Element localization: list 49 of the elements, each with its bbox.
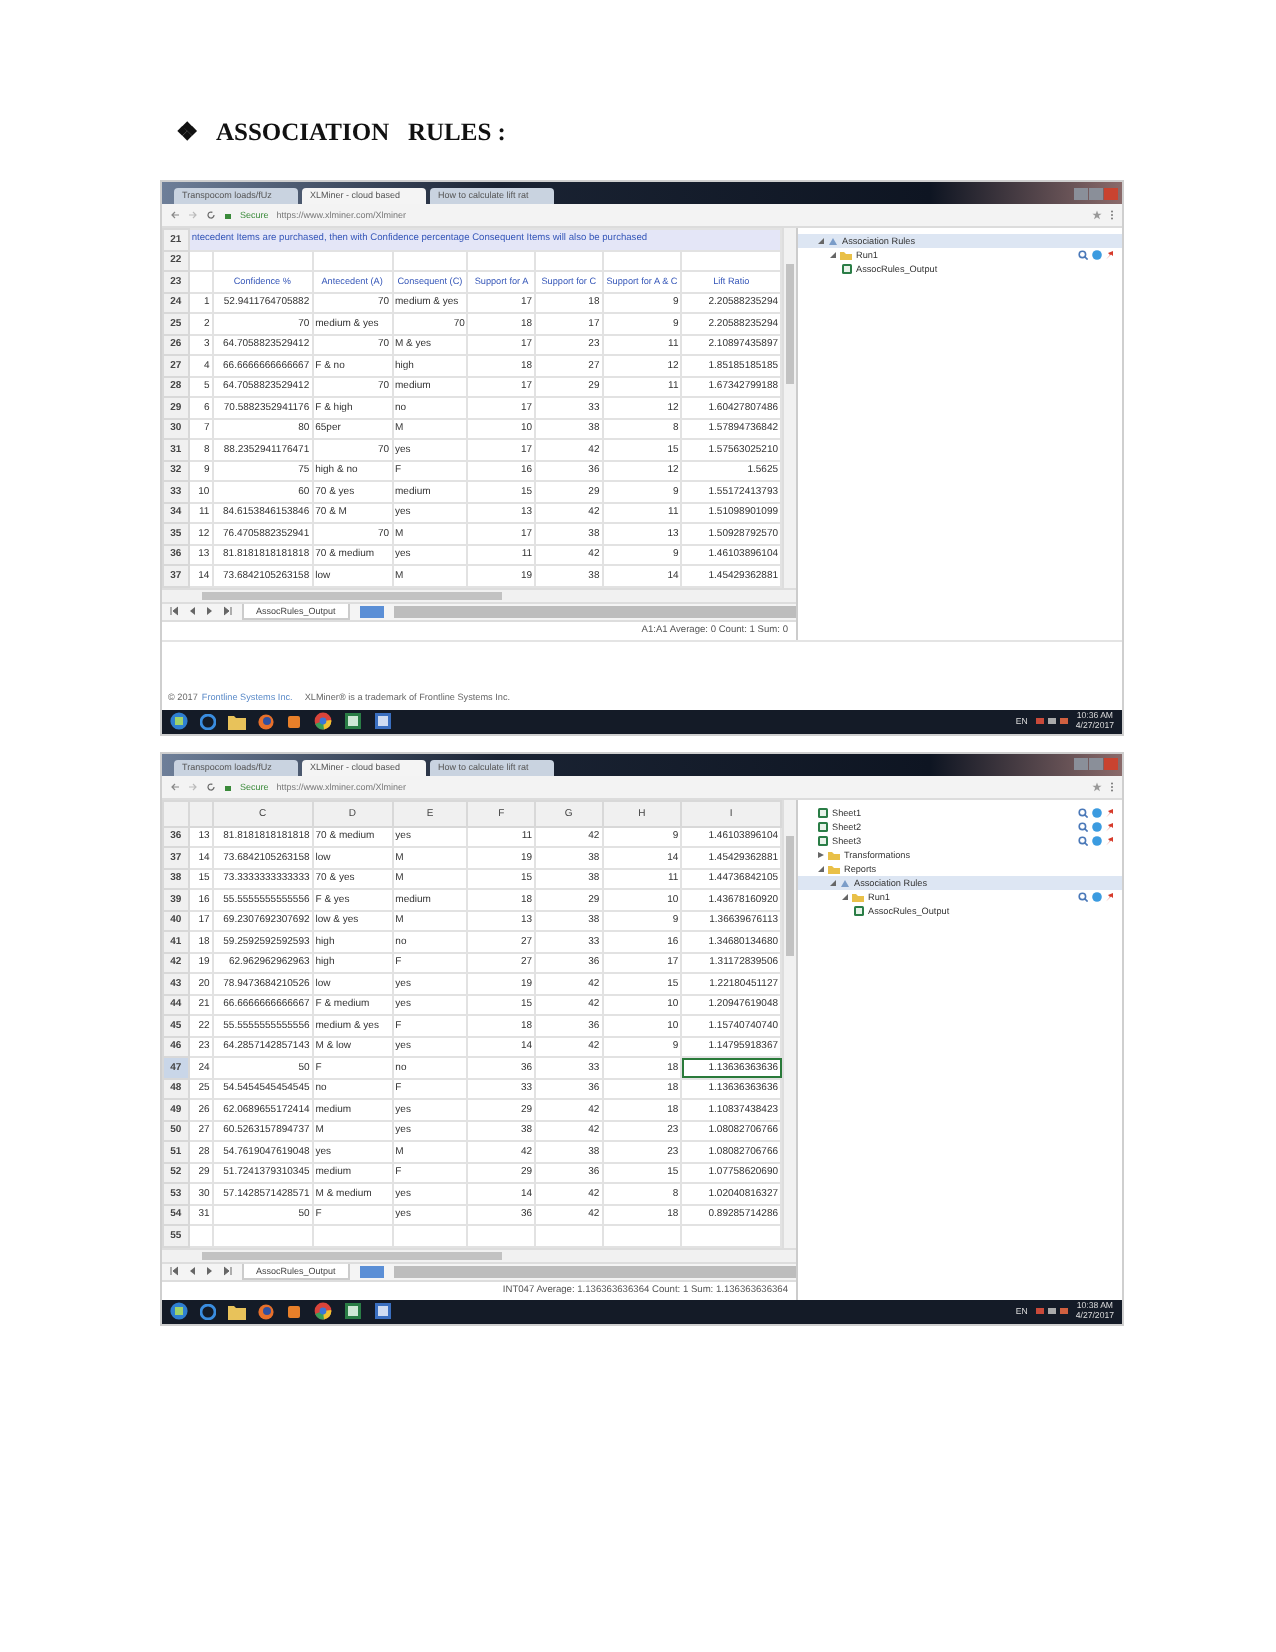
spreadsheet-icon	[854, 905, 864, 915]
forward-arrow-icon	[188, 210, 198, 220]
search-icon	[1078, 250, 1088, 260]
back-arrow-icon	[170, 781, 180, 791]
expanded-arrow-icon[interactable]	[830, 879, 836, 885]
last-sheet-icon	[224, 606, 232, 616]
expanded-arrow-icon[interactable]	[818, 238, 824, 244]
add-sheet-button[interactable]	[359, 605, 384, 617]
next-sheet-icon	[206, 1266, 214, 1276]
last-sheet-icon	[224, 1266, 232, 1276]
expanded-arrow-icon[interactable]	[830, 252, 836, 258]
collapsed-arrow-icon[interactable]	[818, 851, 824, 857]
section-heading: ASSOCIATION RULES :	[216, 117, 506, 147]
reload-icon	[206, 210, 216, 220]
window-icon	[374, 712, 392, 730]
forward-arrow-icon	[188, 781, 198, 791]
spreadsheet-icon	[344, 1302, 362, 1320]
star-icon	[1092, 210, 1102, 220]
expanded-arrow-icon[interactable]	[842, 893, 848, 899]
folder-icon	[228, 1303, 246, 1319]
folder-icon	[228, 713, 246, 729]
spreadsheet-icon	[344, 712, 362, 730]
previous-sheet-icon	[188, 1266, 196, 1276]
window-icon	[374, 1302, 392, 1320]
first-sheet-icon	[170, 1266, 178, 1276]
info-icon	[1091, 891, 1101, 901]
window-controls-icon[interactable]	[1074, 758, 1118, 770]
back-arrow-icon	[170, 210, 180, 220]
info-icon	[1091, 250, 1101, 260]
previous-sheet-icon	[188, 606, 196, 616]
spreadsheet-icon	[842, 264, 852, 274]
search-icon	[1078, 891, 1088, 901]
reload-icon	[206, 781, 216, 791]
window-controls-icon[interactable]	[1074, 187, 1118, 199]
next-sheet-icon	[206, 606, 214, 616]
start-button-icon	[170, 1302, 188, 1320]
start-button-icon	[170, 712, 188, 730]
tray-icons	[1035, 1306, 1068, 1316]
vertical-scrollbar[interactable]	[782, 799, 796, 1247]
search-icon	[1078, 807, 1088, 817]
search-icon	[1078, 835, 1088, 845]
expanded-arrow-icon[interactable]	[818, 865, 824, 871]
bullet-mark: ❖	[176, 116, 200, 148]
star-icon	[1092, 781, 1102, 791]
vertical-scrollbar[interactable]	[782, 228, 796, 587]
add-sheet-button[interactable]	[359, 1265, 384, 1277]
tray-icons	[1035, 716, 1068, 726]
first-sheet-icon	[170, 606, 178, 616]
search-icon	[1078, 821, 1088, 831]
